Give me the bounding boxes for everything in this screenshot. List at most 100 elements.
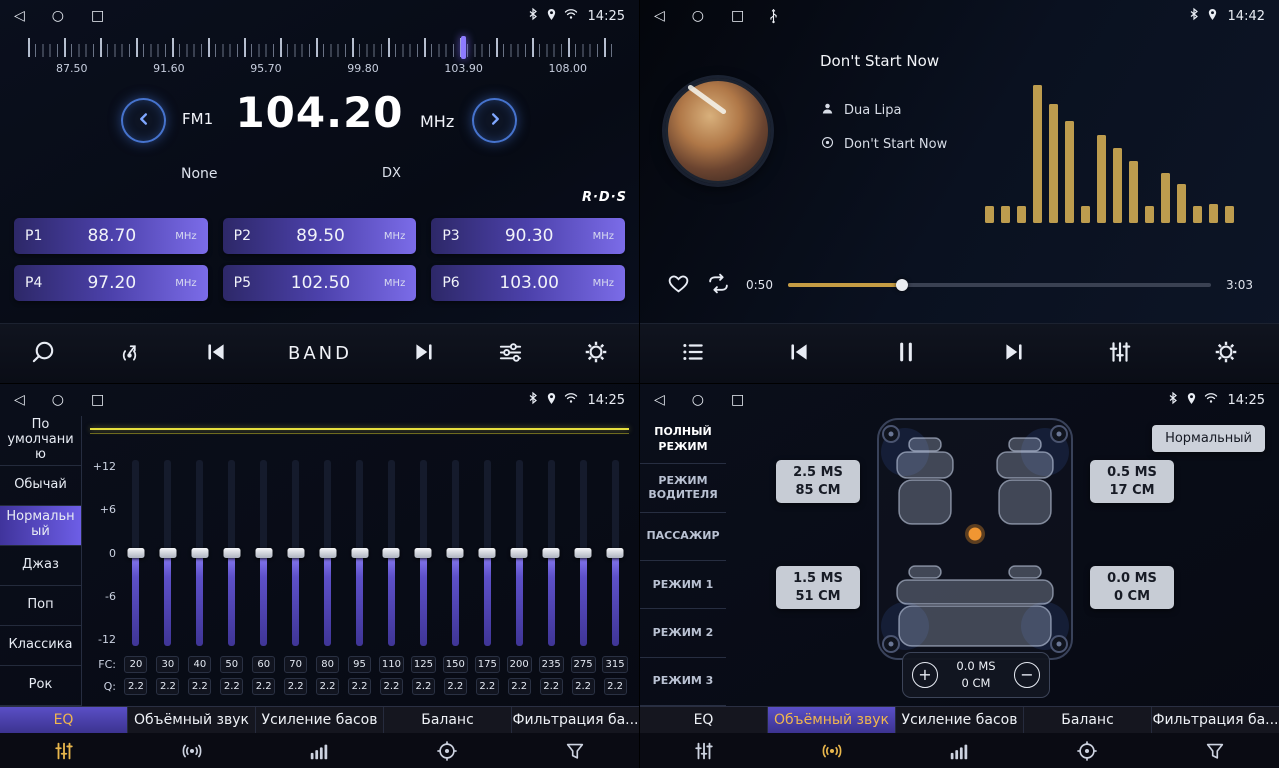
eq-band-slider[interactable] (503, 460, 535, 646)
eq-band-slider[interactable] (120, 460, 152, 646)
playlist-button[interactable] (680, 339, 706, 368)
listening-mode[interactable]: РЕЖИМ 3 (640, 658, 726, 706)
listening-mode[interactable]: РЕЖИМ 2 (640, 609, 726, 657)
delay-front-left[interactable]: 2.5 MS 85 CM (776, 460, 860, 503)
balance-tab-icon[interactable] (383, 740, 511, 762)
tune-down-button[interactable] (121, 98, 166, 143)
eq-band-slider[interactable] (471, 460, 503, 646)
home-icon[interactable]: ○ (52, 9, 64, 23)
eq-band-slider[interactable] (376, 460, 408, 646)
eq-band-slider[interactable] (599, 460, 631, 646)
eq-slider-handle[interactable] (159, 548, 176, 558)
preset-button[interactable]: P2 89.50 MHz (223, 218, 417, 254)
eq-tab-icon[interactable] (0, 740, 128, 762)
eq-slider-handle[interactable] (543, 548, 560, 558)
next-track-button[interactable] (1001, 339, 1027, 368)
previous-track-button[interactable] (786, 339, 812, 368)
eq-slider-handle[interactable] (127, 548, 144, 558)
recents-icon[interactable]: □ (731, 393, 744, 407)
home-icon[interactable]: ○ (692, 9, 704, 23)
eq-preset[interactable]: Обычай (0, 466, 81, 506)
decrease-delay-button[interactable]: − (1014, 662, 1040, 688)
eq-band-slider[interactable] (344, 460, 376, 646)
delay-rear-right[interactable]: 0.0 MS 0 CM (1090, 566, 1174, 609)
pause-button[interactable] (892, 338, 920, 369)
back-icon[interactable]: ◁ (14, 9, 25, 23)
equalizer-button[interactable] (1107, 339, 1133, 368)
eq-preset[interactable]: Нормальный (0, 506, 81, 546)
eq-slider-handle[interactable] (351, 548, 368, 558)
eq-band-slider[interactable] (567, 460, 599, 646)
audio-tab[interactable]: Усиление басов (256, 707, 384, 733)
seek-stations-button[interactable] (116, 339, 143, 369)
back-icon[interactable]: ◁ (14, 393, 25, 407)
recents-icon[interactable]: □ (91, 9, 104, 23)
eq-preset[interactable]: Рок (0, 666, 81, 706)
delay-rear-left[interactable]: 1.5 MS 51 CM (776, 566, 860, 609)
seek-knob[interactable] (896, 279, 908, 291)
eq-slider-handle[interactable] (287, 548, 304, 558)
recents-icon[interactable]: □ (91, 393, 104, 407)
seek-bar[interactable] (788, 283, 1211, 287)
listening-mode[interactable]: ПОЛНЫЙ РЕЖИМ (640, 416, 726, 464)
recents-icon[interactable]: □ (731, 9, 744, 23)
eq-preset[interactable]: По умолчанию (0, 416, 81, 466)
eq-slider-handle[interactable] (415, 548, 432, 558)
eq-slider-handle[interactable] (447, 548, 464, 558)
delay-front-right[interactable]: 0.5 MS 17 CM (1090, 460, 1174, 503)
scan-button[interactable] (30, 339, 57, 369)
preset-button[interactable]: P4 97.20 MHz (14, 265, 208, 301)
eq-slider-handle[interactable] (319, 548, 336, 558)
audio-tab[interactable]: Фильтрация ба... (512, 707, 639, 733)
listening-mode[interactable]: ПАССАЖИР (640, 513, 726, 561)
audio-tab[interactable]: Фильтрация ба... (1152, 707, 1279, 733)
audio-tab[interactable]: Объёмный звук (128, 707, 256, 733)
repeat-button[interactable] (706, 271, 731, 299)
eq-preset[interactable]: Поп (0, 586, 81, 626)
band-button[interactable]: BAND (288, 343, 352, 364)
eq-slider-handle[interactable] (607, 548, 624, 558)
increase-delay-button[interactable]: + (912, 662, 938, 688)
balance-tab-icon[interactable] (1023, 740, 1151, 762)
audio-tab[interactable]: Баланс (384, 707, 512, 733)
filter-tab-icon[interactable] (1151, 740, 1279, 762)
audio-tab[interactable]: Баланс (1024, 707, 1152, 733)
eq-band-slider[interactable] (216, 460, 248, 646)
frequency-ruler[interactable] (28, 36, 613, 60)
audio-tab[interactable]: EQ (640, 707, 768, 733)
eq-band-slider[interactable] (152, 460, 184, 646)
settings-button[interactable] (1213, 339, 1239, 368)
listening-mode[interactable]: РЕЖИМ 1 (640, 561, 726, 609)
surround-tab-icon[interactable] (768, 740, 896, 762)
eq-band-slider[interactable] (312, 460, 344, 646)
bass-boost-tab-icon[interactable] (896, 740, 1024, 762)
preset-button[interactable]: P5 102.50 MHz (223, 265, 417, 301)
back-icon[interactable]: ◁ (654, 393, 665, 407)
eq-slider-handle[interactable] (223, 548, 240, 558)
filter-tab-icon[interactable] (511, 740, 639, 762)
sound-preset-button[interactable]: Нормальный (1152, 425, 1265, 452)
eq-slider-handle[interactable] (479, 548, 496, 558)
eq-preset[interactable]: Джаз (0, 546, 81, 586)
eq-band-slider[interactable] (280, 460, 312, 646)
surround-tab-icon[interactable] (128, 740, 256, 762)
eq-band-slider[interactable] (535, 460, 567, 646)
eq-preset[interactable]: Классика (0, 626, 81, 666)
audio-settings-button[interactable] (497, 339, 524, 369)
eq-slider-handle[interactable] (255, 548, 272, 558)
listening-mode[interactable]: РЕЖИМ ВОДИТЕЛЯ (640, 464, 726, 512)
settings-button[interactable] (583, 339, 609, 368)
tune-up-button[interactable] (472, 98, 517, 143)
eq-band-slider[interactable] (439, 460, 471, 646)
eq-slider-handle[interactable] (191, 548, 208, 558)
preset-button[interactable]: P6 103.00 MHz (431, 265, 625, 301)
preset-button[interactable]: P3 90.30 MHz (431, 218, 625, 254)
bass-boost-tab-icon[interactable] (256, 740, 384, 762)
back-icon[interactable]: ◁ (654, 9, 665, 23)
eq-slider-handle[interactable] (511, 548, 528, 558)
preset-button[interactable]: P1 88.70 MHz (14, 218, 208, 254)
audio-tab[interactable]: Усиление басов (896, 707, 1024, 733)
favorite-button[interactable] (666, 271, 691, 299)
eq-band-slider[interactable] (407, 460, 439, 646)
audio-tab[interactable]: EQ (0, 707, 128, 733)
